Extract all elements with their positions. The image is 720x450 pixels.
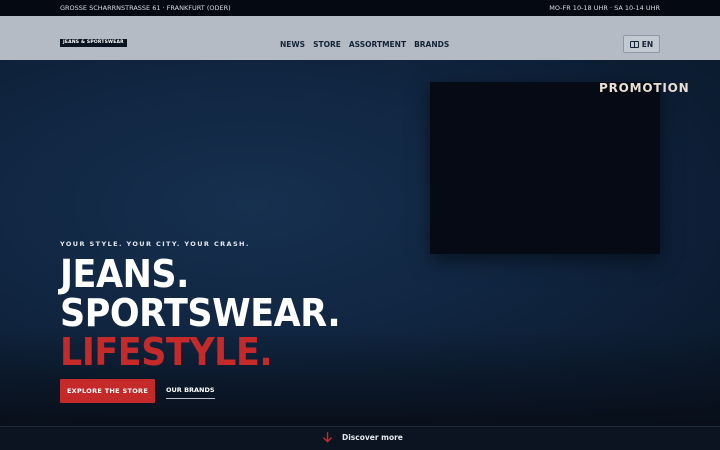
our-brands-link[interactable]: OUR BRANDS <box>166 386 215 399</box>
hero-tagline: YOUR STYLE. YOUR CITY. YOUR CRASH. <box>60 240 250 248</box>
arrow-down-icon <box>323 432 332 443</box>
nav-item-assortment[interactable]: ASSORTMENT <box>349 40 406 50</box>
promotion-panel[interactable] <box>430 82 660 254</box>
language-switch-button[interactable]: EN <box>623 35 660 53</box>
explore-store-button[interactable]: EXPLORE THE STORE <box>60 379 155 403</box>
nav-item-store[interactable]: STORE <box>313 40 341 50</box>
discover-more-label: Discover more <box>342 433 403 442</box>
hero-headline: JEANS. SPORTSWEAR. LIFESTYLE. <box>60 252 341 374</box>
headline-line-sportswear: SPORTSWEAR. <box>60 291 341 335</box>
opening-hours: MO-FR 10-18 UHR · SA 10-14 UHR <box>549 4 660 12</box>
main-nav: NEWS STORE ASSORTMENT BRANDS <box>280 40 449 50</box>
site-logo[interactable]: JEANS & SPORTSWEAR <box>60 39 127 47</box>
discover-more-link[interactable]: Discover more <box>322 432 403 443</box>
globe-icon <box>629 40 639 48</box>
promotion-label: PROMOTION <box>599 81 690 95</box>
top-info-bar: GROSSE SCHARRNSTRASSE 61 · FRANKFURT (OD… <box>0 0 720 16</box>
headline-line-lifestyle: LIFESTYLE. <box>60 330 273 374</box>
language-label: EN <box>641 39 654 49</box>
main-navbar: NEWS STORE ASSORTMENT BRANDS EN <box>0 16 720 60</box>
nav-item-news[interactable]: NEWS <box>280 40 305 50</box>
headline-line-jeans: JEANS. <box>60 252 189 296</box>
store-address: GROSSE SCHARRNSTRASSE 61 · FRANKFURT (OD… <box>60 4 231 12</box>
nav-item-brands[interactable]: BRANDS <box>414 40 449 50</box>
